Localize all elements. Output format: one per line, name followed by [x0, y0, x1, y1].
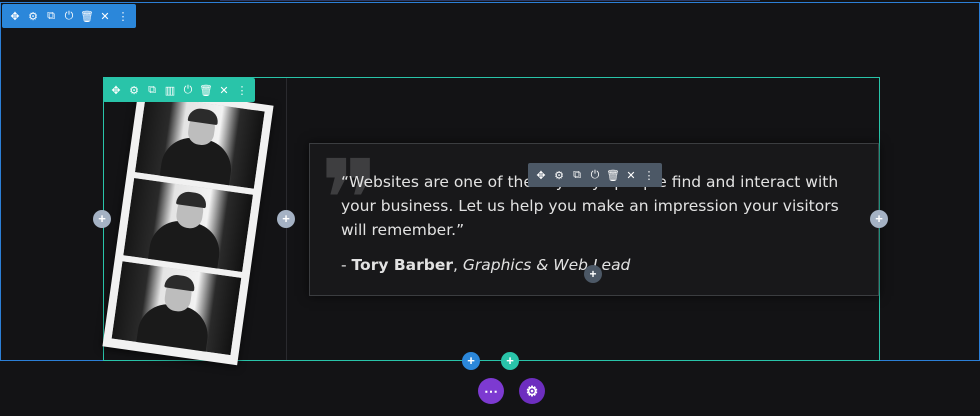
move-icon[interactable]: ✥: [532, 164, 550, 186]
add-section-button[interactable]: +: [462, 352, 480, 370]
gear-icon[interactable]: ⚙: [550, 164, 568, 186]
author-name: Tory Barber: [351, 256, 454, 274]
section-toolbar: ✥ ⚙ ⧉ ⏻ 🗑 ✕ ⋮: [2, 4, 136, 28]
author-role: Graphics & Web Lead: [462, 256, 631, 274]
power-icon[interactable]: ⏻: [586, 164, 604, 186]
add-column-middle-button[interactable]: +: [277, 210, 295, 228]
builder-canvas: ✥ ⚙ ⧉ ⏻ 🗑 ✕ ⋮ ✥ ⚙ ⧉ ▥ ⏻ 🗑 ✕ ⋮ ❞ “Website…: [0, 0, 980, 416]
move-icon[interactable]: ✥: [107, 79, 125, 101]
trash-icon[interactable]: 🗑: [604, 164, 622, 186]
close-icon[interactable]: ✕: [215, 79, 233, 101]
more-icon[interactable]: ⋮: [640, 164, 658, 186]
power-icon[interactable]: ⏻: [179, 79, 197, 101]
gear-icon[interactable]: ⚙: [125, 79, 143, 101]
page-settings-icon[interactable]: ⚙: [519, 378, 545, 404]
add-module-button[interactable]: +: [584, 265, 602, 283]
add-column-left-button[interactable]: +: [93, 210, 111, 228]
photo-frame: [123, 178, 253, 272]
power-icon[interactable]: ⏻: [60, 5, 78, 27]
add-column-right-button[interactable]: +: [870, 210, 888, 228]
author-prefix: -: [341, 256, 352, 274]
photo-frame: [111, 261, 242, 356]
close-icon[interactable]: ✕: [96, 5, 114, 27]
more-icon[interactable]: ⋮: [233, 79, 251, 101]
columns-icon[interactable]: ▥: [161, 79, 179, 101]
photo-frame: [134, 94, 265, 189]
duplicate-icon[interactable]: ⧉: [568, 164, 586, 186]
duplicate-icon[interactable]: ⧉: [42, 5, 60, 27]
row-toolbar: ✥ ⚙ ⧉ ▥ ⏻ 🗑 ✕ ⋮: [103, 78, 255, 102]
more-icon[interactable]: ⋮: [114, 5, 132, 27]
add-row-button[interactable]: +: [501, 352, 519, 370]
module-toolbar: ✥ ⚙ ⧉ ⏻ 🗑 ✕ ⋮: [528, 163, 662, 187]
gear-icon[interactable]: ⚙: [24, 5, 42, 27]
trash-icon[interactable]: 🗑: [197, 79, 215, 101]
author-separator: ,: [453, 256, 463, 274]
page-options-button[interactable]: ⋯: [478, 378, 504, 404]
trash-icon[interactable]: 🗑: [78, 5, 96, 27]
duplicate-icon[interactable]: ⧉: [143, 79, 161, 101]
close-icon[interactable]: ✕: [622, 164, 640, 186]
move-icon[interactable]: ✥: [6, 5, 24, 27]
